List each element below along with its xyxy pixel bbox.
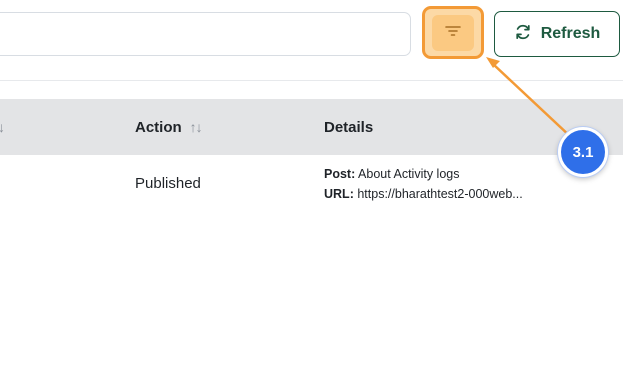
- column-header-label: Details: [324, 118, 374, 136]
- details-cell: Post: About Activity logs URL: https://b…: [324, 164, 523, 204]
- refresh-button[interactable]: Refresh: [494, 11, 620, 57]
- table-header: ↓ Action ↑↓ Details: [0, 99, 623, 155]
- column-header-action[interactable]: Action ↑↓: [135, 99, 203, 155]
- refresh-label: Refresh: [540, 25, 601, 42]
- toolbar-divider: [0, 80, 623, 81]
- column-header-previous[interactable]: ↓: [0, 99, 5, 155]
- post-value: About Activity logs: [358, 167, 460, 181]
- step-annotation-badge: 3.1: [558, 127, 608, 177]
- refresh-icon: [514, 23, 532, 46]
- step-annotation-label: 3.1: [572, 143, 594, 161]
- search-input[interactable]: [0, 12, 411, 56]
- column-header-details: Details: [324, 99, 373, 155]
- post-label: Post:: [324, 167, 356, 181]
- sort-down-icon[interactable]: ↓: [0, 119, 5, 135]
- filter-icon: [445, 24, 461, 42]
- filter-button[interactable]: [422, 6, 484, 59]
- action-cell: Published: [135, 175, 201, 192]
- url-label: URL:: [324, 187, 354, 201]
- column-header-label: Action: [135, 118, 182, 136]
- sort-icon[interactable]: ↑↓: [190, 119, 203, 135]
- url-value: https://bharathtest2-000web...: [357, 187, 523, 201]
